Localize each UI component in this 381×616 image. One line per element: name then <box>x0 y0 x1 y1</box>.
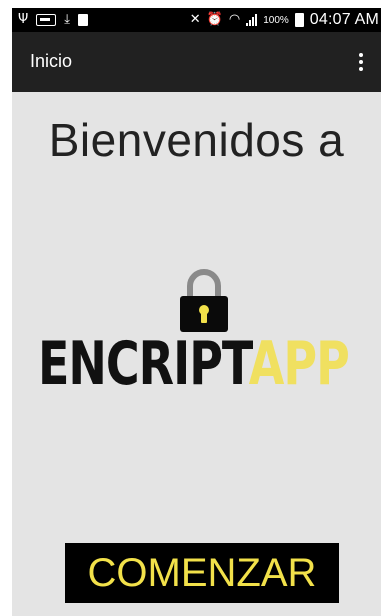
app-bar: Inicio <box>12 32 381 92</box>
alarm-icon: ⏰ <box>206 12 223 27</box>
welcome-heading: Bienvenidos a <box>48 114 345 166</box>
status-bar: Ψ ⤓ ✕ ⏰ ◠ 100% 04:07 AM <box>12 8 381 32</box>
app-bar-title: Inicio <box>30 51 73 71</box>
download-icon: ⤓ <box>64 12 70 27</box>
mute-icon: ✕ <box>189 12 201 27</box>
logo-text-dark: ENCRIPT <box>38 328 250 399</box>
battery-percent: 100% <box>263 14 289 26</box>
battery-icon <box>294 13 304 27</box>
signal-icon <box>246 14 258 26</box>
logo-text: ENCRIPTAPP <box>38 328 368 398</box>
usb-icon: Ψ <box>18 12 29 27</box>
system-icons: ✕ ⏰ ◠ 100% 04:07 AM <box>190 11 379 29</box>
app-screen: Ψ ⤓ ✕ ⏰ ◠ 100% 04:07 AM Inicio Bienvenid… <box>12 8 381 616</box>
more-vert-icon <box>359 53 363 57</box>
padlock-icon <box>180 269 228 332</box>
wifi-icon: ◠ <box>228 12 241 27</box>
overflow-menu-button[interactable] <box>349 48 373 76</box>
notification-icons: Ψ ⤓ <box>18 12 88 28</box>
logo-text-yellow: APP <box>248 328 350 399</box>
start-button[interactable]: COMENZAR <box>65 543 339 603</box>
status-time: 04:07 AM <box>309 11 379 28</box>
voicemail-icon <box>36 14 57 26</box>
encriptapp-logo: ENCRIPTAPP <box>38 268 368 398</box>
battery-100-notification-icon <box>77 14 88 26</box>
